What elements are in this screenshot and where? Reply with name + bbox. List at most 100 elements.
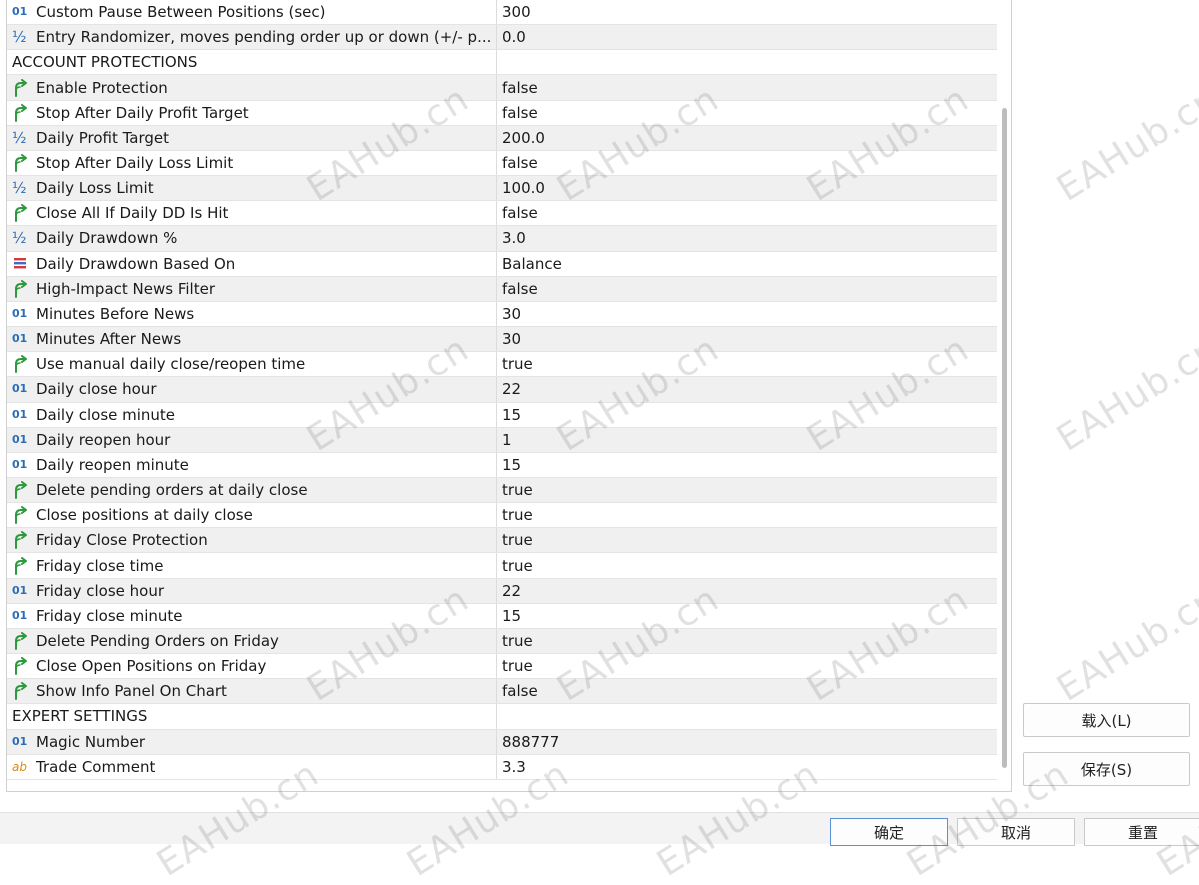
parameter-value-cell[interactable]: 200.0 xyxy=(498,126,997,150)
parameter-name-label: Friday close minute xyxy=(36,606,183,625)
parameter-value-cell[interactable]: 300 xyxy=(498,0,997,24)
parameter-row[interactable]: 01 Daily close hour 22 xyxy=(7,377,997,403)
parameter-row[interactable]: 01 Daily reopen minute 15 xyxy=(7,452,997,478)
parameter-value: 22 xyxy=(502,380,522,399)
save-button[interactable]: 保存(S) xyxy=(1023,752,1190,786)
parameter-row[interactable]: 01 Magic Number 888777 xyxy=(7,729,997,755)
parameter-name-label: Custom Pause Between Positions (sec) xyxy=(36,3,326,22)
parameter-value-cell[interactable]: false xyxy=(498,201,997,225)
parameter-name-cell: 01 Friday close hour xyxy=(7,578,497,603)
section-header-row[interactable]: ACCOUNT PROTECTIONS xyxy=(7,50,997,76)
parameter-row[interactable]: High-Impact News Filter false xyxy=(7,276,997,302)
parameter-row[interactable]: 01 Daily reopen hour 1 xyxy=(7,427,997,453)
parameter-name-cell: 01 Daily reopen hour xyxy=(7,427,497,452)
parameter-name-label: Minutes After News xyxy=(36,330,182,349)
parameter-value-cell[interactable]: false xyxy=(498,679,997,703)
parameter-row[interactable]: Friday Close Protection true xyxy=(7,528,997,554)
parameter-row[interactable]: Stop After Daily Loss Limit false xyxy=(7,150,997,177)
parameter-value-cell[interactable]: Balance xyxy=(498,252,997,276)
parameter-name-cell: Show Info Panel On Chart xyxy=(7,679,497,704)
parameter-value-cell[interactable]: true xyxy=(498,478,997,502)
load-button[interactable]: 载入(L) xyxy=(1023,703,1190,737)
parameter-value-cell[interactable]: 22 xyxy=(498,579,997,603)
parameter-row[interactable]: ½ Entry Randomizer, moves pending order u… xyxy=(7,25,997,51)
parameter-value-cell[interactable]: false xyxy=(498,75,997,99)
parameter-value-cell[interactable]: true xyxy=(498,629,997,653)
parameter-value: 3.0 xyxy=(502,229,526,248)
parameter-row[interactable]: 01 Friday close hour 22 xyxy=(7,578,997,604)
parameter-name-label: Delete pending orders at daily close xyxy=(36,481,308,500)
parameter-value-cell[interactable]: true xyxy=(498,352,997,376)
watermark-text: EAHub.cn xyxy=(1050,578,1199,710)
parameter-name-label: Delete Pending Orders on Friday xyxy=(36,631,279,650)
parameter-name-label: Friday Close Protection xyxy=(36,531,208,550)
parameter-value-cell[interactable]: 3.3 xyxy=(498,755,997,779)
parameter-value-cell[interactable]: false xyxy=(498,151,997,175)
parameter-row[interactable]: 01 Minutes After News 30 xyxy=(7,327,997,353)
parameter-value-cell[interactable]: false xyxy=(498,101,997,125)
ok-button[interactable]: 确定 xyxy=(830,818,948,846)
reset-button[interactable]: 重置 xyxy=(1084,818,1199,846)
parameter-name-label: Daily reopen hour xyxy=(36,430,171,449)
parameter-name-label: Daily reopen minute xyxy=(36,455,189,474)
parameter-value-cell[interactable]: true xyxy=(498,503,997,527)
parameter-row[interactable]: Use manual daily close/reopen time true xyxy=(7,352,997,378)
parameter-value-cell[interactable]: 22 xyxy=(498,377,997,401)
parameter-value: false xyxy=(502,204,538,223)
parameter-row[interactable]: ½ Daily Profit Target 200.0 xyxy=(7,125,997,151)
parameter-name-label: ACCOUNT PROTECTIONS xyxy=(12,53,198,72)
parameter-row[interactable]: Close All If Daily DD Is Hit false xyxy=(7,201,997,227)
boolean-type-icon xyxy=(12,556,32,575)
boolean-type-icon xyxy=(12,531,32,550)
parameter-value-cell[interactable]: true xyxy=(498,553,997,577)
parameter-row[interactable]: Friday close time true xyxy=(7,553,997,579)
parameter-value: Balance xyxy=(502,254,562,273)
parameter-row[interactable]: Enable Protection false xyxy=(7,75,997,101)
parameter-value: 22 xyxy=(502,581,522,600)
parameter-row[interactable]: Delete pending orders at daily close true xyxy=(7,477,997,504)
parameter-value-cell[interactable]: 3.0 xyxy=(498,226,997,250)
integer-type-icon: 01 xyxy=(12,306,28,320)
parameter-name-label: Daily Loss Limit xyxy=(36,179,154,198)
parameter-row[interactable]: ½ Daily Loss Limit 100.0 xyxy=(7,176,997,202)
parameter-row[interactable]: Close Open Positions on Friday true xyxy=(7,654,997,680)
parameter-value-cell[interactable]: false xyxy=(498,277,997,301)
scrollbar-thumb[interactable] xyxy=(1002,108,1007,768)
parameter-row[interactable]: 01 Minutes Before News 30 xyxy=(7,301,997,328)
parameter-row[interactable]: ab Trade Comment 3.3 xyxy=(7,754,997,780)
parameter-name-label: Friday close time xyxy=(36,556,164,575)
vertical-scrollbar[interactable] xyxy=(999,0,1010,791)
parameter-value: 15 xyxy=(502,606,522,625)
parameter-value-cell[interactable]: 888777 xyxy=(498,730,997,754)
parameter-row[interactable]: 01 Friday close minute 15 xyxy=(7,603,997,629)
parameter-value-cell[interactable]: true xyxy=(498,654,997,678)
parameter-value-cell[interactable]: 15 xyxy=(498,403,997,427)
parameter-value-cell[interactable]: 30 xyxy=(498,327,997,351)
parameter-row[interactable]: 01 Custom Pause Between Positions (sec) 30… xyxy=(7,0,997,26)
parameter-name-cell: ½ Daily Profit Target xyxy=(7,125,497,150)
parameter-row[interactable]: Delete Pending Orders on Friday true xyxy=(7,628,997,655)
parameter-value-cell[interactable]: 15 xyxy=(498,453,997,477)
parameter-value-cell[interactable]: 0.0 xyxy=(498,25,997,49)
parameter-row[interactable]: ½ Daily Drawdown % 3.0 xyxy=(7,226,997,252)
parameter-value-cell[interactable]: 1 xyxy=(498,428,997,452)
parameter-value: false xyxy=(502,103,538,122)
parameter-value: true xyxy=(502,355,533,374)
cancel-button[interactable]: 取消 xyxy=(957,818,1075,846)
parameter-value: 0.0 xyxy=(502,28,526,47)
section-header-row[interactable]: EXPERT SETTINGS xyxy=(7,704,997,730)
parameter-value-cell[interactable]: true xyxy=(498,528,997,552)
parameter-value: 200.0 xyxy=(502,128,545,147)
parameter-row[interactable]: Daily Drawdown Based On Balance xyxy=(7,251,997,277)
parameter-name-label: Trade Comment xyxy=(36,757,156,776)
parameter-row[interactable]: Close positions at daily close true xyxy=(7,503,997,529)
parameter-value-cell[interactable]: 15 xyxy=(498,604,997,628)
parameter-row[interactable]: 01 Daily close minute 15 xyxy=(7,402,997,428)
parameter-name-cell: 01 Daily reopen minute xyxy=(7,452,497,477)
parameter-row[interactable]: Show Info Panel On Chart false xyxy=(7,679,997,705)
parameter-value-cell[interactable]: 30 xyxy=(498,302,997,326)
parameter-row[interactable]: Stop After Daily Profit Target false xyxy=(7,100,997,126)
parameter-value-cell[interactable]: 100.0 xyxy=(498,176,997,200)
boolean-type-icon xyxy=(12,481,32,500)
parameter-name-cell: Daily Drawdown Based On xyxy=(7,251,497,276)
